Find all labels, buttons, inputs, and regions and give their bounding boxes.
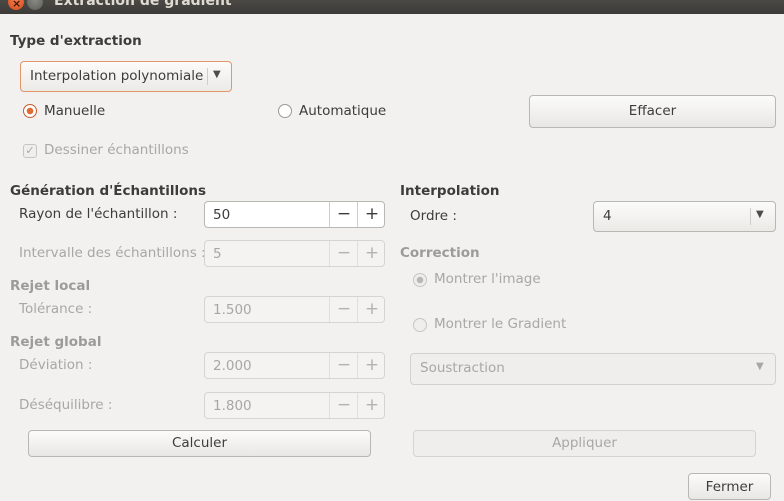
correction-heading: Correction xyxy=(400,245,480,261)
automatic-mode-label: Automatique xyxy=(299,103,387,119)
increment-button[interactable]: + xyxy=(357,241,386,266)
chevron-down-icon: ▼ xyxy=(213,69,221,80)
imbalance-value: 1.800 xyxy=(213,398,252,414)
sample-radius-label: Rayon de l'échantillon : xyxy=(19,206,178,222)
extraction-method-select[interactable]: Interpolation polynomiale ▼ xyxy=(20,61,232,92)
samples-heading: Génération d'Échantillons xyxy=(10,183,207,199)
sample-interval-value: 5 xyxy=(213,246,222,262)
sample-interval-label: Intervalle des échantillons : xyxy=(19,245,206,261)
show-image-label: Montrer l'image xyxy=(434,271,541,287)
sample-radius-value: 50 xyxy=(213,207,231,223)
manual-mode-label: Manuelle xyxy=(44,103,106,119)
decrement-button[interactable]: − xyxy=(329,393,358,418)
extraction-type-heading: Type d'extraction xyxy=(10,33,142,49)
tolerance-spinner[interactable]: 1.500 − + xyxy=(204,296,385,323)
deviation-value: 2.000 xyxy=(213,358,252,374)
increment-button[interactable]: + xyxy=(357,353,386,378)
decrement-button[interactable]: − xyxy=(329,202,358,227)
draw-samples-label: Dessiner échantillons xyxy=(44,142,189,158)
compute-button[interactable]: Calculer xyxy=(28,430,371,457)
show-gradient-label: Montrer le Gradient xyxy=(434,316,567,332)
close-icon: × xyxy=(12,0,22,10)
order-value: 4 xyxy=(603,208,612,224)
clear-button[interactable]: Effacer xyxy=(529,95,776,128)
window-minimize-button[interactable] xyxy=(27,0,43,10)
select-separator xyxy=(750,208,751,225)
window-titlebar: × Extraction de gradient xyxy=(0,0,784,14)
order-select[interactable]: 4 ▼ xyxy=(593,201,776,232)
tolerance-value: 1.500 xyxy=(213,302,252,318)
chevron-down-icon: ▼ xyxy=(756,361,764,372)
chevron-down-icon: ▼ xyxy=(756,209,764,220)
extraction-method-value: Interpolation polynomiale xyxy=(30,68,204,84)
window-title: Extraction de gradient xyxy=(54,0,232,9)
automatic-mode-radio[interactable] xyxy=(278,104,292,118)
correction-operation-value: Soustraction xyxy=(420,360,505,376)
global-reject-heading: Rejet global xyxy=(10,334,102,350)
manual-mode-radio[interactable] xyxy=(23,104,37,118)
decrement-button[interactable]: − xyxy=(329,241,358,266)
increment-button[interactable]: + xyxy=(357,393,386,418)
tolerance-label: Tolérance : xyxy=(19,301,93,317)
sample-interval-spinner[interactable]: 5 − + xyxy=(204,240,385,267)
checkmark-icon: ✓ xyxy=(25,144,35,157)
imbalance-spinner[interactable]: 1.800 − + xyxy=(204,392,385,419)
show-gradient-radio[interactable] xyxy=(413,318,427,332)
imbalance-label: Déséquilibre : xyxy=(19,397,113,413)
increment-button[interactable]: + xyxy=(357,202,386,227)
local-reject-heading: Rejet local xyxy=(10,278,91,294)
draw-samples-checkbox[interactable]: ✓ xyxy=(23,144,37,158)
decrement-button[interactable]: − xyxy=(329,353,358,378)
close-button[interactable]: Fermer xyxy=(688,473,771,500)
window-close-button[interactable]: × xyxy=(8,0,24,10)
apply-button[interactable]: Appliquer xyxy=(413,430,756,457)
interpolation-heading: Interpolation xyxy=(400,183,500,199)
order-label: Ordre : xyxy=(410,208,457,224)
show-image-radio[interactable] xyxy=(413,273,427,287)
deviation-spinner[interactable]: 2.000 − + xyxy=(204,352,385,379)
select-separator xyxy=(207,68,208,85)
sample-radius-spinner[interactable]: 50 − + xyxy=(204,201,385,228)
decrement-button[interactable]: − xyxy=(329,297,358,322)
increment-button[interactable]: + xyxy=(357,297,386,322)
deviation-label: Déviation : xyxy=(19,357,93,373)
correction-operation-select[interactable]: Soustraction ▼ xyxy=(410,353,776,385)
